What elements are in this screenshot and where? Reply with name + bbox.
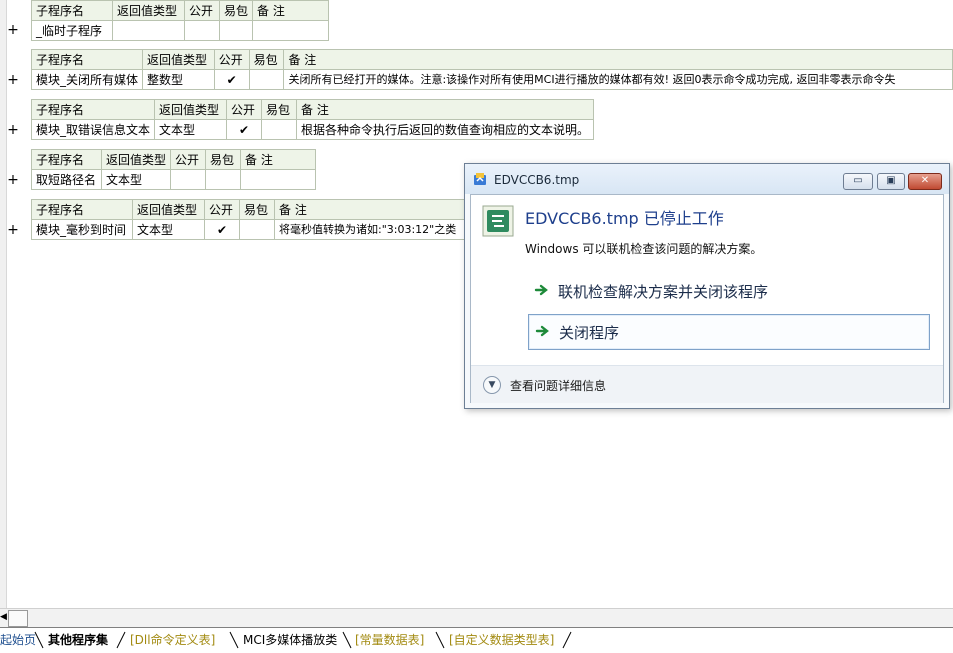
subroutine-table-2: 子程序名 返回值类型 公开 易包 备 注 模块_关闭所有媒体 整数型 ✔ 关闭所… [30, 49, 953, 90]
col-easy-header: 易包 [261, 99, 298, 120]
col-easy-header: 易包 [239, 199, 275, 220]
tab-dll-commands[interactable]: [Dll命令定义表] [130, 631, 215, 649]
col-public-header: 公开 [213, 49, 250, 70]
subroutine-return-type[interactable]: 文本型 [132, 219, 205, 240]
subroutine-table-3: 子程序名 返回值类型 公开 易包 备 注 模块_取错误信息文本 文本型 ✔ 根据… [30, 99, 595, 140]
subroutine-public[interactable] [170, 169, 207, 190]
subroutine-public[interactable]: ✔ [204, 219, 240, 240]
subroutine-note[interactable]: 关闭所有已经打开的媒体。注意:该操作对所有使用MCI进行播放的媒体都有效! 返回… [283, 69, 953, 90]
subroutine-table-5: 子程序名 返回值类型 公开 易包 备 注 模块_毫秒到时间 文本型 ✔ 将毫秒值… [31, 199, 474, 240]
tab-custom-types[interactable]: [自定义数据类型表] [449, 631, 554, 649]
maximize-button[interactable]: ▣ [877, 173, 905, 190]
col-name-header: 子程序名 [30, 49, 144, 70]
col-name-header: 子程序名 [31, 199, 133, 220]
subroutine-public[interactable] [184, 20, 220, 41]
expand-button[interactable]: + [7, 23, 19, 37]
edvccb-app-icon [474, 173, 486, 185]
col-easy-header: 易包 [248, 49, 285, 70]
col-easy-header: 易包 [218, 0, 254, 21]
col-public-header: 公开 [226, 99, 263, 120]
green-arrow-icon [535, 325, 549, 337]
subroutine-return-type[interactable]: 文本型 [100, 169, 172, 190]
subroutine-name[interactable]: 模块_取错误信息文本 [30, 119, 156, 140]
expand-button[interactable]: + [7, 223, 19, 237]
col-public-header: 公开 [170, 149, 207, 170]
tab-bar: 起始页 其他程序集 [Dll命令定义表] MCI多媒体播放类 [常量数据表] [… [0, 627, 953, 653]
subroutine-easy-pack[interactable] [248, 69, 285, 90]
subroutine-return-type[interactable]: 文本型 [154, 119, 228, 140]
col-public-header: 公开 [184, 0, 220, 21]
easy-language-icon [482, 205, 514, 237]
minimize-button[interactable]: ▭ [843, 173, 873, 190]
dialog-title: EDVCCB6.tmp [494, 173, 580, 187]
col-public-header: 公开 [204, 199, 240, 220]
close-program-label: 关闭程序 [559, 324, 620, 342]
col-return-header: 返回值类型 [100, 149, 172, 170]
tab-separator [116, 631, 126, 649]
col-return-header: 返回值类型 [112, 0, 185, 21]
subroutine-easy-pack[interactable] [239, 219, 275, 240]
tab-other-programs[interactable]: 其他程序集 [48, 631, 108, 649]
expand-button[interactable]: + [7, 73, 19, 87]
subroutine-public[interactable]: ✔ [213, 69, 250, 90]
col-note-header: 备 注 [252, 0, 330, 21]
dialog-content: EDVCCB6.tmp 已停止工作 Windows 可以联机检查该问题的解决方案… [470, 194, 944, 403]
scroll-thumb[interactable] [8, 610, 28, 627]
subroutine-note[interactable]: 将毫秒值转换为诸如:"3:03:12"之类 [274, 219, 474, 240]
green-arrow-icon [534, 284, 548, 296]
subroutine-easy-pack[interactable] [205, 169, 242, 190]
dialog-heading: EDVCCB6.tmp 已停止工作 [525, 209, 724, 228]
col-name-header: 子程序名 [31, 149, 102, 170]
tab-separator [342, 631, 352, 649]
expand-button[interactable]: + [7, 123, 19, 137]
subroutine-name[interactable]: 模块_关闭所有媒体 [30, 69, 144, 90]
subroutine-note[interactable] [252, 20, 330, 41]
subroutine-note[interactable] [240, 169, 317, 190]
close-program-option[interactable]: 关闭程序 [528, 314, 930, 350]
subroutine-table-4: 子程序名 返回值类型 公开 易包 备 注 取短路径名 文本型 [31, 149, 317, 190]
tab-constants[interactable]: [常量数据表] [355, 631, 424, 649]
subroutine-return-type[interactable]: 整数型 [142, 69, 215, 90]
left-gutter [0, 0, 7, 610]
close-button[interactable]: ✕ [908, 173, 942, 190]
col-name-header: 子程序名 [31, 0, 113, 21]
col-note-header: 备 注 [240, 149, 317, 170]
error-dialog: EDVCCB6.tmp ▭ ▣ ✕ EDVCCB6.tmp 已停止工作 Wind… [464, 163, 950, 409]
subroutine-easy-pack[interactable] [218, 20, 254, 41]
dialog-titlebar[interactable]: EDVCCB6.tmp ▭ ▣ ✕ [465, 164, 949, 194]
chevron-down-icon[interactable]: ▼ [483, 376, 501, 394]
subroutine-name[interactable]: 模块_毫秒到时间 [31, 219, 133, 240]
expand-button[interactable]: + [7, 173, 19, 187]
scroll-left-icon[interactable]: ◀ [0, 612, 7, 622]
tab-start-page[interactable]: 起始页 [0, 631, 36, 649]
col-note-header: 备 注 [296, 99, 595, 120]
tab-separator [229, 631, 239, 649]
dialog-message: Windows 可以联机检查该问题的解决方案。 [525, 242, 763, 256]
horizontal-scrollbar[interactable]: ◀ [0, 608, 953, 627]
col-note-header: 备 注 [274, 199, 474, 220]
col-easy-header: 易包 [205, 149, 242, 170]
subroutine-easy-pack[interactable] [261, 119, 298, 140]
tab-separator [34, 631, 44, 649]
subroutine-table-1: 子程序名 返回值类型 公开 易包 备 注 _临时子程序 [31, 0, 330, 41]
dialog-footer: ▼ 查看问题详细信息 [471, 365, 943, 403]
subroutine-name[interactable]: _临时子程序 [31, 20, 113, 41]
col-note-header: 备 注 [283, 49, 953, 70]
view-details-link[interactable]: 查看问题详细信息 [510, 377, 606, 394]
col-return-header: 返回值类型 [132, 199, 205, 220]
tab-separator [435, 631, 445, 649]
tab-separator [562, 631, 572, 649]
col-name-header: 子程序名 [30, 99, 156, 120]
subroutine-note[interactable]: 根据各种命令执行后返回的数值查询相应的文本说明。 [296, 119, 595, 140]
check-online-label: 联机检查解决方案并关闭该程序 [558, 283, 769, 301]
col-return-header: 返回值类型 [154, 99, 228, 120]
subroutine-return-type[interactable] [112, 20, 185, 41]
subroutine-public[interactable]: ✔ [226, 119, 263, 140]
check-online-option[interactable]: 联机检查解决方案并关闭该程序 [528, 274, 928, 308]
col-return-header: 返回值类型 [142, 49, 215, 70]
subroutine-name[interactable]: 取短路径名 [31, 169, 102, 190]
tab-mci-media-class[interactable]: MCI多媒体播放类 [243, 631, 337, 649]
